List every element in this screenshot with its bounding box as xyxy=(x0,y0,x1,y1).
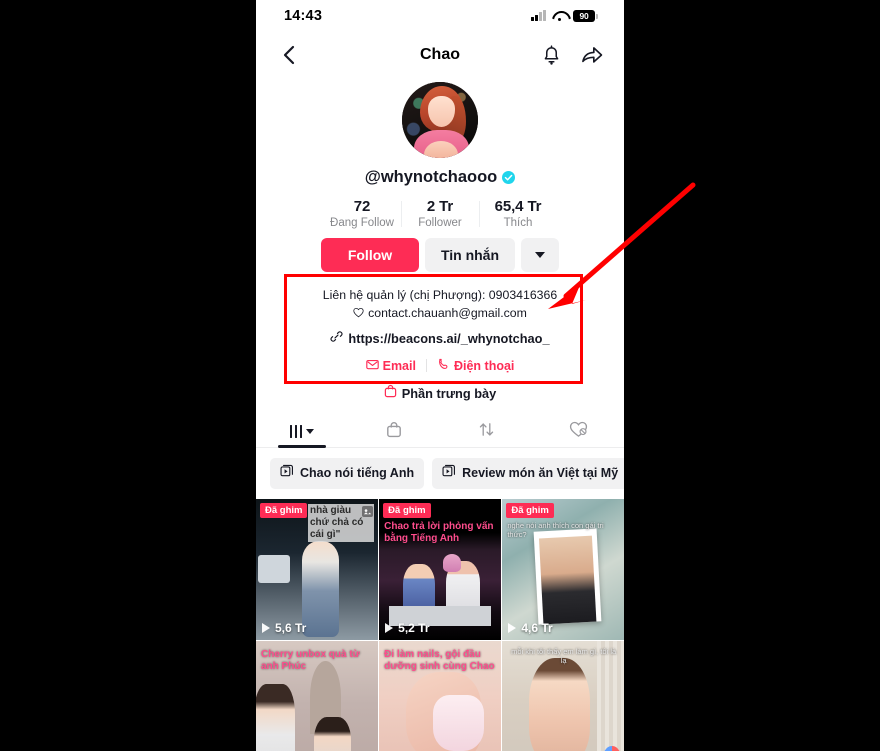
pinned-badge: Đã ghim xyxy=(506,502,554,518)
phone-screen: 14:43 90 Chao @whynotchaooo 72 Đang Foll… xyxy=(256,0,624,751)
video-cell[interactable]: Cherry unbox quà từ anh Phúc xyxy=(256,641,378,751)
share-arrow-icon[interactable] xyxy=(580,43,604,67)
stat-following[interactable]: 72 Đang Follow xyxy=(323,198,401,229)
bio-email-text: contact.chauanh@gmail.com xyxy=(368,305,527,320)
profile-tabs xyxy=(256,417,624,448)
repost-badge-icon xyxy=(361,504,373,522)
video-caption: Chao trả lời phỏng vấn bằng Tiếng Anh xyxy=(384,520,494,544)
follow-button[interactable]: Follow xyxy=(321,238,419,272)
video-caption: mỗi khi tôi thấy em làm gì, tôi là lạ xyxy=(511,647,617,666)
profile-header: @whynotchaooo 72 Đang Follow 2 Tr Follow… xyxy=(256,78,624,403)
repost-arrows-icon xyxy=(478,421,495,443)
profile-handle: @whynotchaooo xyxy=(364,168,498,186)
video-play-count: 5,6 Tr xyxy=(262,621,306,635)
status-bar: 14:43 90 xyxy=(256,0,624,32)
stat-value: 65,4 Tr xyxy=(494,198,542,215)
status-indicators: 90 xyxy=(531,10,598,22)
stat-followers[interactable]: 2 Tr Follower xyxy=(401,198,479,229)
stat-label: Follower xyxy=(418,217,462,229)
tab-shop[interactable] xyxy=(348,417,440,447)
video-caption: Đi làm nails, gội đầu dưỡng sinh cùng Ch… xyxy=(384,649,495,673)
back-button[interactable] xyxy=(276,42,302,68)
phone-icon xyxy=(437,358,450,374)
shopping-bag-icon xyxy=(386,421,402,443)
stat-value: 2 Tr xyxy=(426,198,454,215)
stat-value: 72 xyxy=(353,198,371,215)
playlist-stack-icon xyxy=(442,464,456,483)
profile-actions: Follow Tin nhắn xyxy=(256,238,624,272)
play-triangle-icon xyxy=(262,622,270,633)
avatar[interactable] xyxy=(402,82,478,158)
playlist-chip-label: Chao nói tiếng Anh xyxy=(300,466,415,481)
battery-icon: 90 xyxy=(573,10,598,22)
wifi-icon xyxy=(552,11,567,22)
email-button[interactable]: Email xyxy=(365,358,416,373)
video-caption: Cherry unbox quà từ anh Phúc xyxy=(261,649,360,673)
phone-button-label: Điện thoại xyxy=(453,358,515,373)
screenshot-canvas: 14:43 90 Chao @whynotchaooo 72 Đang Foll… xyxy=(0,0,880,751)
video-grid: Đã ghim nhà giàu chứ chả có cái gì" 5,6 … xyxy=(256,498,624,751)
stat-label: Thích xyxy=(503,217,533,229)
video-cell[interactable]: Đi làm nails, gội đầu dưỡng sinh cùng Ch… xyxy=(379,641,501,751)
tab-liked[interactable] xyxy=(532,417,624,447)
tab-videos[interactable] xyxy=(256,417,348,447)
profile-bio: Liên hệ quản lý (chị Phượng): 0903416366… xyxy=(256,287,624,403)
video-caption: nghe nói anh thích con gái tri thức? xyxy=(507,520,604,539)
stat-label: Đang Follow xyxy=(330,217,394,229)
video-cell[interactable]: Đã ghim nghe nói anh thích con gái tri t… xyxy=(502,498,624,640)
chevron-down-icon xyxy=(306,429,315,435)
play-triangle-icon xyxy=(508,622,517,633)
phone-button[interactable]: Điện thoại xyxy=(437,358,514,374)
contact-divider xyxy=(425,359,427,373)
pinned-badge: Đã ghim xyxy=(383,502,431,518)
showcase-label: Phần trưng bày xyxy=(401,385,497,401)
shopping-bag-icon xyxy=(384,384,397,403)
more-options-button[interactable] xyxy=(521,238,559,272)
play-count-value: 5,2 Tr xyxy=(398,620,430,635)
message-button[interactable]: Tin nhắn xyxy=(425,238,515,272)
heart-outline-icon xyxy=(353,305,364,323)
bell-icon[interactable] xyxy=(539,43,563,67)
video-cell[interactable]: mỗi khi tôi thấy em làm gì, tôi là lạ xyxy=(502,641,624,751)
stat-likes[interactable]: 65,4 Tr Thích xyxy=(479,198,557,229)
profile-stats: 72 Đang Follow 2 Tr Follower 65,4 Tr Thí… xyxy=(256,198,624,229)
pinned-badge: Đã ghim xyxy=(260,502,308,518)
bio-external-link[interactable]: https://beacons.ai/_whynotchao_ xyxy=(348,331,549,346)
status-time: 14:43 xyxy=(284,8,323,24)
playlist-stack-icon xyxy=(280,464,294,483)
cellular-signal-icon xyxy=(531,10,546,21)
video-play-count: 4,6 Tr xyxy=(508,620,553,635)
bio-manager-contact: Liên hệ quản lý (chị Phượng): 0903416366 xyxy=(322,288,558,302)
playlist-chip[interactable]: Chao nói tiếng Anh xyxy=(270,457,425,489)
tab-reposts[interactable] xyxy=(440,417,532,447)
play-count-value: 5,6 Tr xyxy=(275,620,307,635)
video-cell[interactable]: Đã ghim nhà giàu chứ chả có cái gì" 5,6 … xyxy=(256,498,378,640)
playlist-chips: Chao nói tiếng Anh Review món ăn Việt tạ… xyxy=(256,448,624,499)
nav-bar: Chao xyxy=(256,32,624,78)
email-button-label: Email xyxy=(382,358,416,373)
showcase-button[interactable]: Phần trưng bày xyxy=(276,384,604,403)
play-count-value: 4,6 Tr xyxy=(521,620,553,635)
video-play-count: 5,2 Tr xyxy=(385,620,430,635)
grid-videos-icon xyxy=(289,425,303,439)
contact-buttons: Email Điện thoại xyxy=(276,358,604,374)
battery-level: 90 xyxy=(573,10,595,22)
chevron-down-icon xyxy=(535,252,545,258)
playlist-chip[interactable]: Review món ăn Việt tại Mỹ xyxy=(432,457,624,489)
play-triangle-icon xyxy=(385,622,394,633)
video-cell[interactable]: Đã ghim Chao trả lời phỏng vấn bằng Tiến… xyxy=(379,498,501,640)
playlist-chip-label: Review món ăn Việt tại Mỹ xyxy=(462,466,619,481)
verified-badge-icon xyxy=(502,171,516,184)
link-chain-icon xyxy=(330,330,343,348)
envelope-icon xyxy=(365,359,379,373)
heart-private-icon xyxy=(569,421,588,443)
